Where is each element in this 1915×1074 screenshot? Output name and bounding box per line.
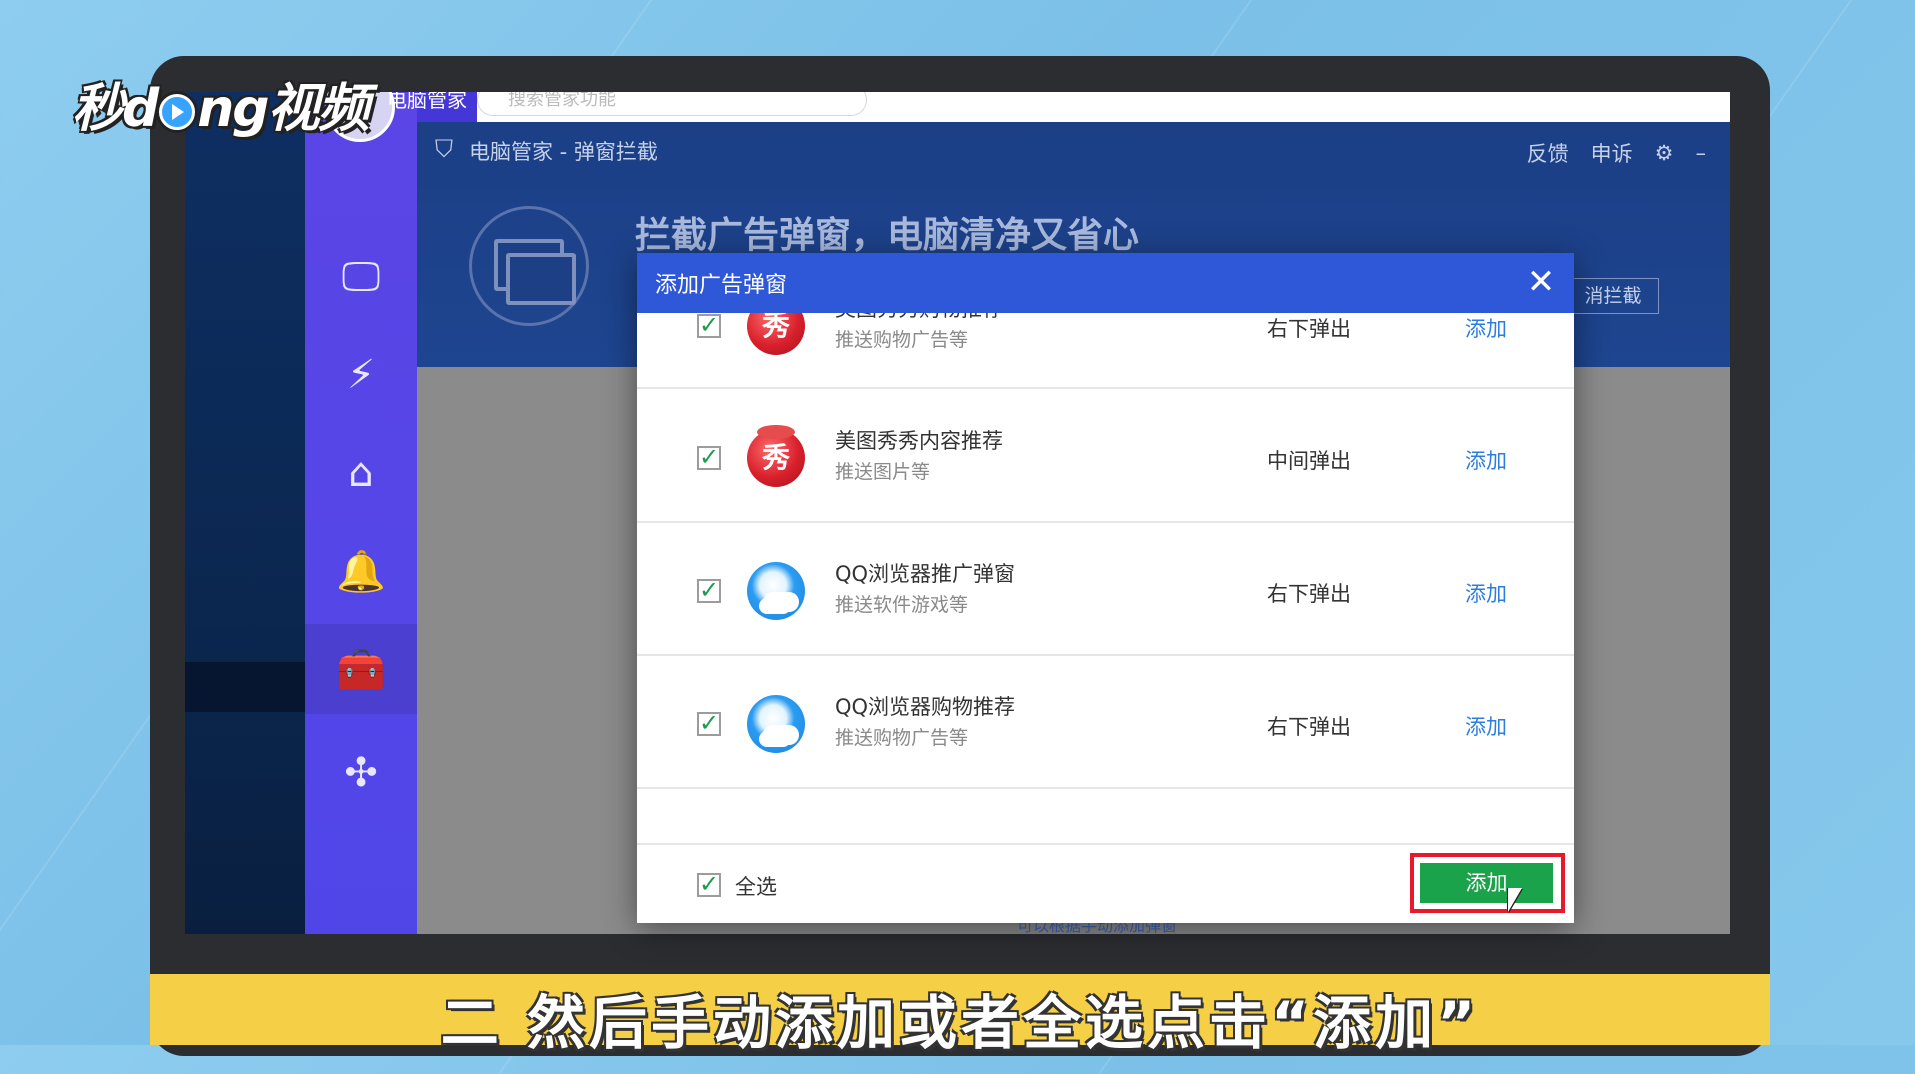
shield-icon: ⛉ bbox=[435, 135, 453, 163]
toolbox-icon[interactable]: 🧰 bbox=[305, 624, 417, 714]
list-item: ✓ QQ浏览器购物推荐 推送购物广告等 右下弹出 添加 bbox=[637, 657, 1574, 789]
window-title: 电脑管家 - 弹窗拦截 bbox=[469, 140, 658, 164]
appeal-link[interactable]: 申诉 bbox=[1591, 138, 1633, 168]
item-checkbox[interactable]: ✓ bbox=[697, 445, 721, 470]
list-item: ✓ QQ浏览器推广弹窗 推送软件游戏等 右下弹出 添加 bbox=[637, 524, 1574, 656]
item-checkbox[interactable]: ✓ bbox=[697, 711, 721, 736]
slogan: 拦截广告弹窗，电脑清净又省心 bbox=[635, 215, 1140, 256]
qq-browser-icon bbox=[747, 695, 805, 753]
item-position: 中间弹出 bbox=[1267, 449, 1351, 473]
item-checkbox[interactable]: ✓ bbox=[697, 578, 721, 603]
item-name: 美图秀秀内容推荐 bbox=[835, 429, 1003, 453]
item-desc: 推送购物广告等 bbox=[835, 727, 969, 749]
cancel-block-button[interactable]: 消拦截 bbox=[1567, 278, 1659, 314]
item-checkbox[interactable]: ✓ bbox=[697, 313, 721, 338]
feedback-link[interactable]: 反馈 bbox=[1527, 138, 1569, 168]
subtitle-bar: 二 然后手动添加或者全选点击“添加” bbox=[150, 974, 1770, 1057]
item-add-link[interactable]: 添加 bbox=[1465, 711, 1507, 741]
sidebar: 🖵 ⚡ ⌂ 🔔 🧰 ✣ bbox=[305, 92, 417, 934]
select-all-checkbox[interactable]: ✓ bbox=[697, 872, 721, 897]
item-desc: 推送购物广告等 bbox=[835, 329, 969, 351]
watermark-text-start: 秒d bbox=[72, 79, 159, 139]
add-popup-dialog: 添加广告弹窗 ✕ ✓ 秀 美图秀秀购物推荐 推送购物广告等 右下弹出 添加 ✓ … bbox=[637, 253, 1574, 923]
item-name: 美图秀秀购物推荐 bbox=[835, 313, 1003, 323]
item-position: 右下弹出 bbox=[1267, 582, 1351, 606]
speedup-icon[interactable]: ⚡ bbox=[305, 330, 417, 420]
monitor-icon[interactable]: 🖵 bbox=[305, 232, 417, 322]
item-desc: 推送图片等 bbox=[835, 461, 931, 483]
item-add-link[interactable]: 添加 bbox=[1465, 313, 1507, 343]
top-tab[interactable]: 电脑管家 bbox=[387, 92, 477, 122]
item-add-link[interactable]: 添加 bbox=[1465, 578, 1507, 608]
item-desc: 推送软件游戏等 bbox=[835, 594, 969, 616]
list-item: ✓ 秀 美图秀秀购物推荐 推送购物广告等 右下弹出 添加 bbox=[637, 313, 1574, 389]
watermark-logo: 秒d ng视频 bbox=[72, 66, 369, 141]
top-tab-label: 电脑管家 bbox=[387, 92, 467, 112]
item-name: QQ浏览器购物推荐 bbox=[835, 695, 1016, 719]
meitu-icon: 秀 bbox=[747, 313, 805, 355]
mouse-cursor-icon bbox=[1508, 888, 1522, 912]
dialog-title: 添加广告弹窗 bbox=[655, 273, 788, 298]
close-icon[interactable]: ✕ bbox=[1522, 263, 1560, 301]
play-icon bbox=[159, 94, 196, 130]
item-position: 右下弹出 bbox=[1267, 715, 1351, 739]
item-name: QQ浏览器推广弹窗 bbox=[835, 562, 1016, 586]
dialog-titlebar: 添加广告弹窗 ✕ bbox=[637, 253, 1574, 313]
popup-list: ✓ 秀 美图秀秀购物推荐 推送购物广告等 右下弹出 添加 ✓ 秀 美图秀秀内容推… bbox=[637, 313, 1574, 833]
apps-icon[interactable]: ✣ bbox=[305, 728, 417, 818]
cleanup-icon[interactable]: ⌂ bbox=[305, 428, 417, 518]
meitu-icon: 秀 bbox=[747, 425, 805, 487]
header-links: 反馈 申诉 ⚙ – bbox=[1527, 138, 1706, 168]
select-all-label[interactable]: 全选 bbox=[735, 871, 777, 901]
minimize-icon[interactable]: – bbox=[1696, 141, 1707, 165]
add-button[interactable]: 添加 bbox=[1420, 863, 1553, 903]
list-item: ✓ 秀 美图秀秀内容推荐 推送图片等 中间弹出 添加 bbox=[637, 391, 1574, 523]
top-strip: 搜索管家功能 bbox=[417, 92, 1730, 122]
dialog-footer: ✓ 全选 添加 bbox=[637, 843, 1574, 925]
item-position: 右下弹出 bbox=[1267, 317, 1351, 341]
subtitle: 二 然后手动添加或者全选点击“添加” bbox=[440, 989, 1480, 1057]
gear-icon[interactable]: ⚙ bbox=[1655, 141, 1674, 165]
watermark-text-end: ng视频 bbox=[197, 79, 369, 139]
popup-window-icon bbox=[469, 206, 589, 326]
desktop-background bbox=[185, 92, 305, 934]
alert-icon[interactable]: 🔔 bbox=[305, 526, 417, 616]
item-add-link[interactable]: 添加 bbox=[1465, 445, 1507, 475]
search-input[interactable]: 搜索管家功能 bbox=[477, 92, 867, 116]
qq-browser-icon bbox=[747, 562, 805, 620]
